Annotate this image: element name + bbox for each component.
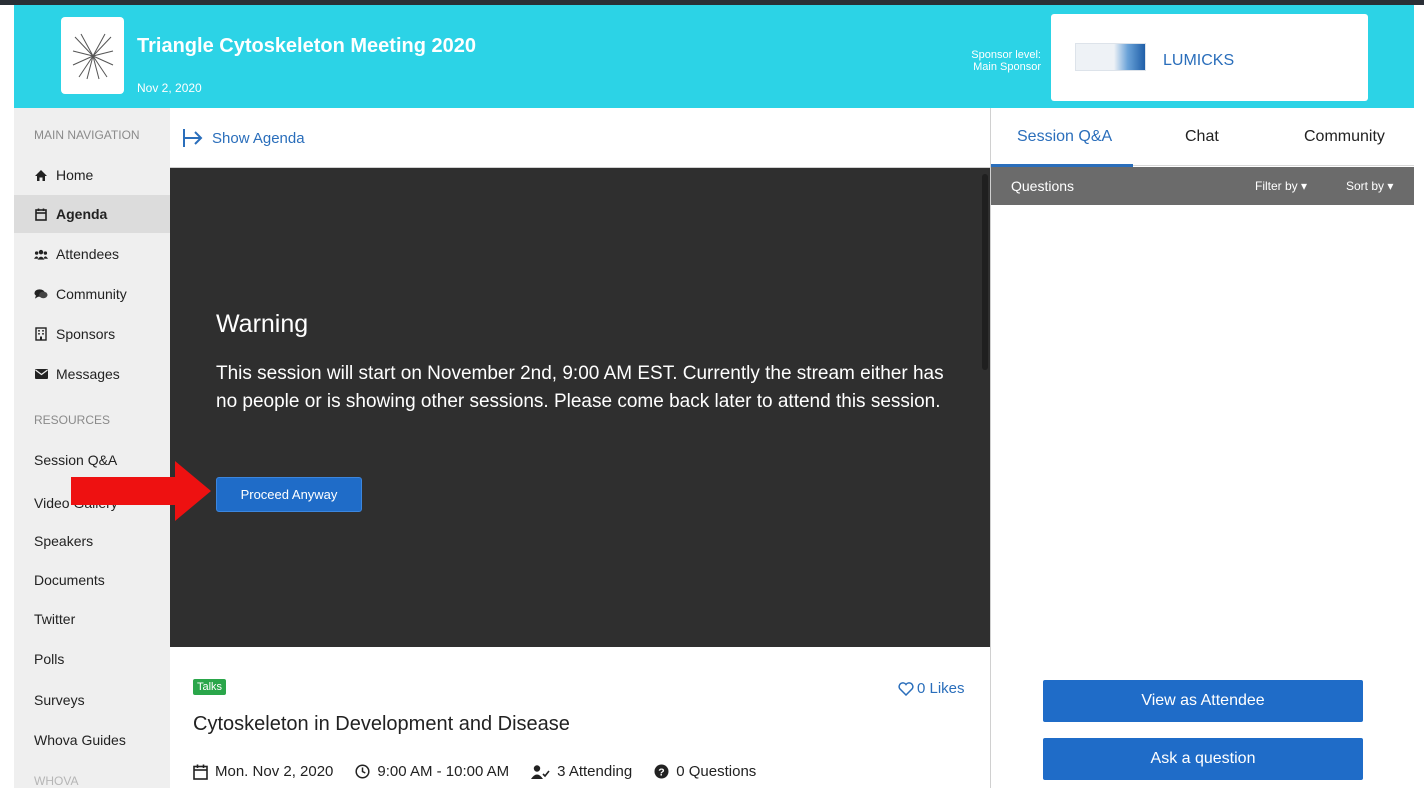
calendar-icon xyxy=(193,764,208,780)
sponsor-card[interactable]: LUMICKS xyxy=(1051,14,1368,101)
sidebar-item-label: Attendees xyxy=(56,246,120,262)
likes-button[interactable]: 0 Likes xyxy=(898,680,965,697)
session-time-text: 9:00 AM - 10:00 AM xyxy=(377,763,510,780)
session-tag: Talks xyxy=(193,679,227,695)
building-icon xyxy=(34,327,48,341)
sort-by-label: Sort by xyxy=(1346,179,1385,193)
sponsor-name[interactable]: LUMICKS xyxy=(1163,52,1234,70)
user-check-icon xyxy=(531,764,550,779)
resource-twitter[interactable]: Twitter xyxy=(34,611,75,627)
filter-by-label: Filter by xyxy=(1255,179,1298,193)
sidebar-item-home[interactable]: Home xyxy=(14,156,170,194)
envelope-icon xyxy=(34,367,48,381)
video-stream-area: Warning This session will start on Novem… xyxy=(170,168,990,647)
arrow-right-bar-icon xyxy=(183,129,203,147)
session-questions: ? 0 Questions xyxy=(654,763,756,780)
session-questions-text: 0 Questions xyxy=(676,763,757,780)
resources-heading: RESOURCES xyxy=(34,413,111,427)
resource-polls[interactable]: Polls xyxy=(34,651,64,667)
whova-heading: WHOVA xyxy=(34,774,79,788)
tab-session-qa[interactable]: Session Q&A xyxy=(1017,128,1112,146)
sidebar-item-label: Messages xyxy=(56,366,120,382)
show-agenda-label: Show Agenda xyxy=(212,129,305,147)
calendar-icon xyxy=(34,207,48,221)
session-date: Mon. Nov 2, 2020 xyxy=(193,763,333,780)
resource-whova-guides[interactable]: Whova Guides xyxy=(34,732,126,748)
sidebar-item-community[interactable]: Community xyxy=(14,275,170,313)
questions-label: Questions xyxy=(1011,178,1075,194)
session-date-text: Mon. Nov 2, 2020 xyxy=(215,763,334,780)
event-date: Nov 2, 2020 xyxy=(137,81,202,95)
sort-by-dropdown[interactable]: Sort by ▾ xyxy=(1346,179,1393,193)
sidebar-item-label: Community xyxy=(56,286,127,302)
tab-community[interactable]: Community xyxy=(1304,128,1385,146)
red-annotation-arrow-icon xyxy=(71,461,211,521)
proceed-anyway-button[interactable]: Proceed Anyway xyxy=(216,477,362,512)
session-time: 9:00 AM - 10:00 AM xyxy=(355,763,509,780)
main-navigation-heading: MAIN NAVIGATION xyxy=(34,128,140,142)
comments-icon xyxy=(34,287,48,301)
sidebar-item-label: Sponsors xyxy=(56,326,116,342)
sidebar-item-sponsors[interactable]: Sponsors xyxy=(14,315,170,353)
event-logo[interactable] xyxy=(61,17,124,94)
sidebar-item-messages[interactable]: Messages xyxy=(14,355,170,393)
sidebar-item-label: Agenda xyxy=(56,206,108,222)
tab-chat[interactable]: Chat xyxy=(1185,128,1219,146)
filter-by-dropdown[interactable]: Filter by ▾ xyxy=(1255,179,1307,193)
home-icon xyxy=(34,168,48,182)
session-title: Cytoskeleton in Development and Disease xyxy=(193,713,570,735)
sidebar: MAIN NAVIGATION Home Agenda Attendees Co… xyxy=(14,108,170,788)
ask-question-button[interactable]: Ask a question xyxy=(1043,738,1363,780)
event-header: Triangle Cytoskeleton Meeting 2020 Nov 2… xyxy=(14,5,1414,108)
sidebar-item-label: Home xyxy=(56,167,94,183)
sidebar-item-attendees[interactable]: Attendees xyxy=(14,235,170,273)
sidebar-item-agenda[interactable]: Agenda xyxy=(14,195,170,233)
panel-divider xyxy=(990,108,991,788)
caret-down-icon: ▾ xyxy=(1387,179,1394,193)
warning-title: Warning xyxy=(216,310,309,338)
sponsor-level-label: Sponsor level: xyxy=(971,49,1041,61)
likes-count: 0 Likes xyxy=(917,680,965,697)
heart-icon xyxy=(898,681,914,696)
sponsor-level: Sponsor level: Main Sponsor xyxy=(971,49,1041,73)
show-agenda-link[interactable]: Show Agenda xyxy=(182,128,305,148)
session-attending-text: 3 Attending xyxy=(557,763,633,780)
resource-speakers[interactable]: Speakers xyxy=(34,533,93,549)
cytoskeleton-logo-icon xyxy=(72,33,113,79)
scrollbar-thumb[interactable] xyxy=(982,174,988,370)
warning-message: This session will start on November 2nd,… xyxy=(216,363,944,412)
event-title: Triangle Cytoskeleton Meeting 2020 xyxy=(137,35,476,57)
questions-toolbar: Questions Filter by ▾ Sort by ▾ xyxy=(991,167,1414,205)
sponsor-banner-image xyxy=(1075,43,1146,71)
resource-surveys[interactable]: Surveys xyxy=(34,692,85,708)
right-panel-tabs: Session Q&A Chat Community xyxy=(991,108,1414,167)
agenda-toolbar: Show Agenda xyxy=(170,108,990,168)
session-attending: 3 Attending xyxy=(531,763,632,780)
sponsor-level-value: Main Sponsor xyxy=(973,61,1041,73)
users-icon xyxy=(34,247,48,261)
view-as-attendee-button[interactable]: View as Attendee xyxy=(1043,680,1363,722)
question-circle-icon: ? xyxy=(654,764,669,779)
resource-documents[interactable]: Documents xyxy=(34,572,105,588)
caret-down-icon: ▾ xyxy=(1301,179,1308,193)
session-meta: Mon. Nov 2, 2020 9:00 AM - 10:00 AM 3 At… xyxy=(193,763,778,780)
svg-text:?: ? xyxy=(659,766,665,778)
clock-icon xyxy=(355,764,370,779)
